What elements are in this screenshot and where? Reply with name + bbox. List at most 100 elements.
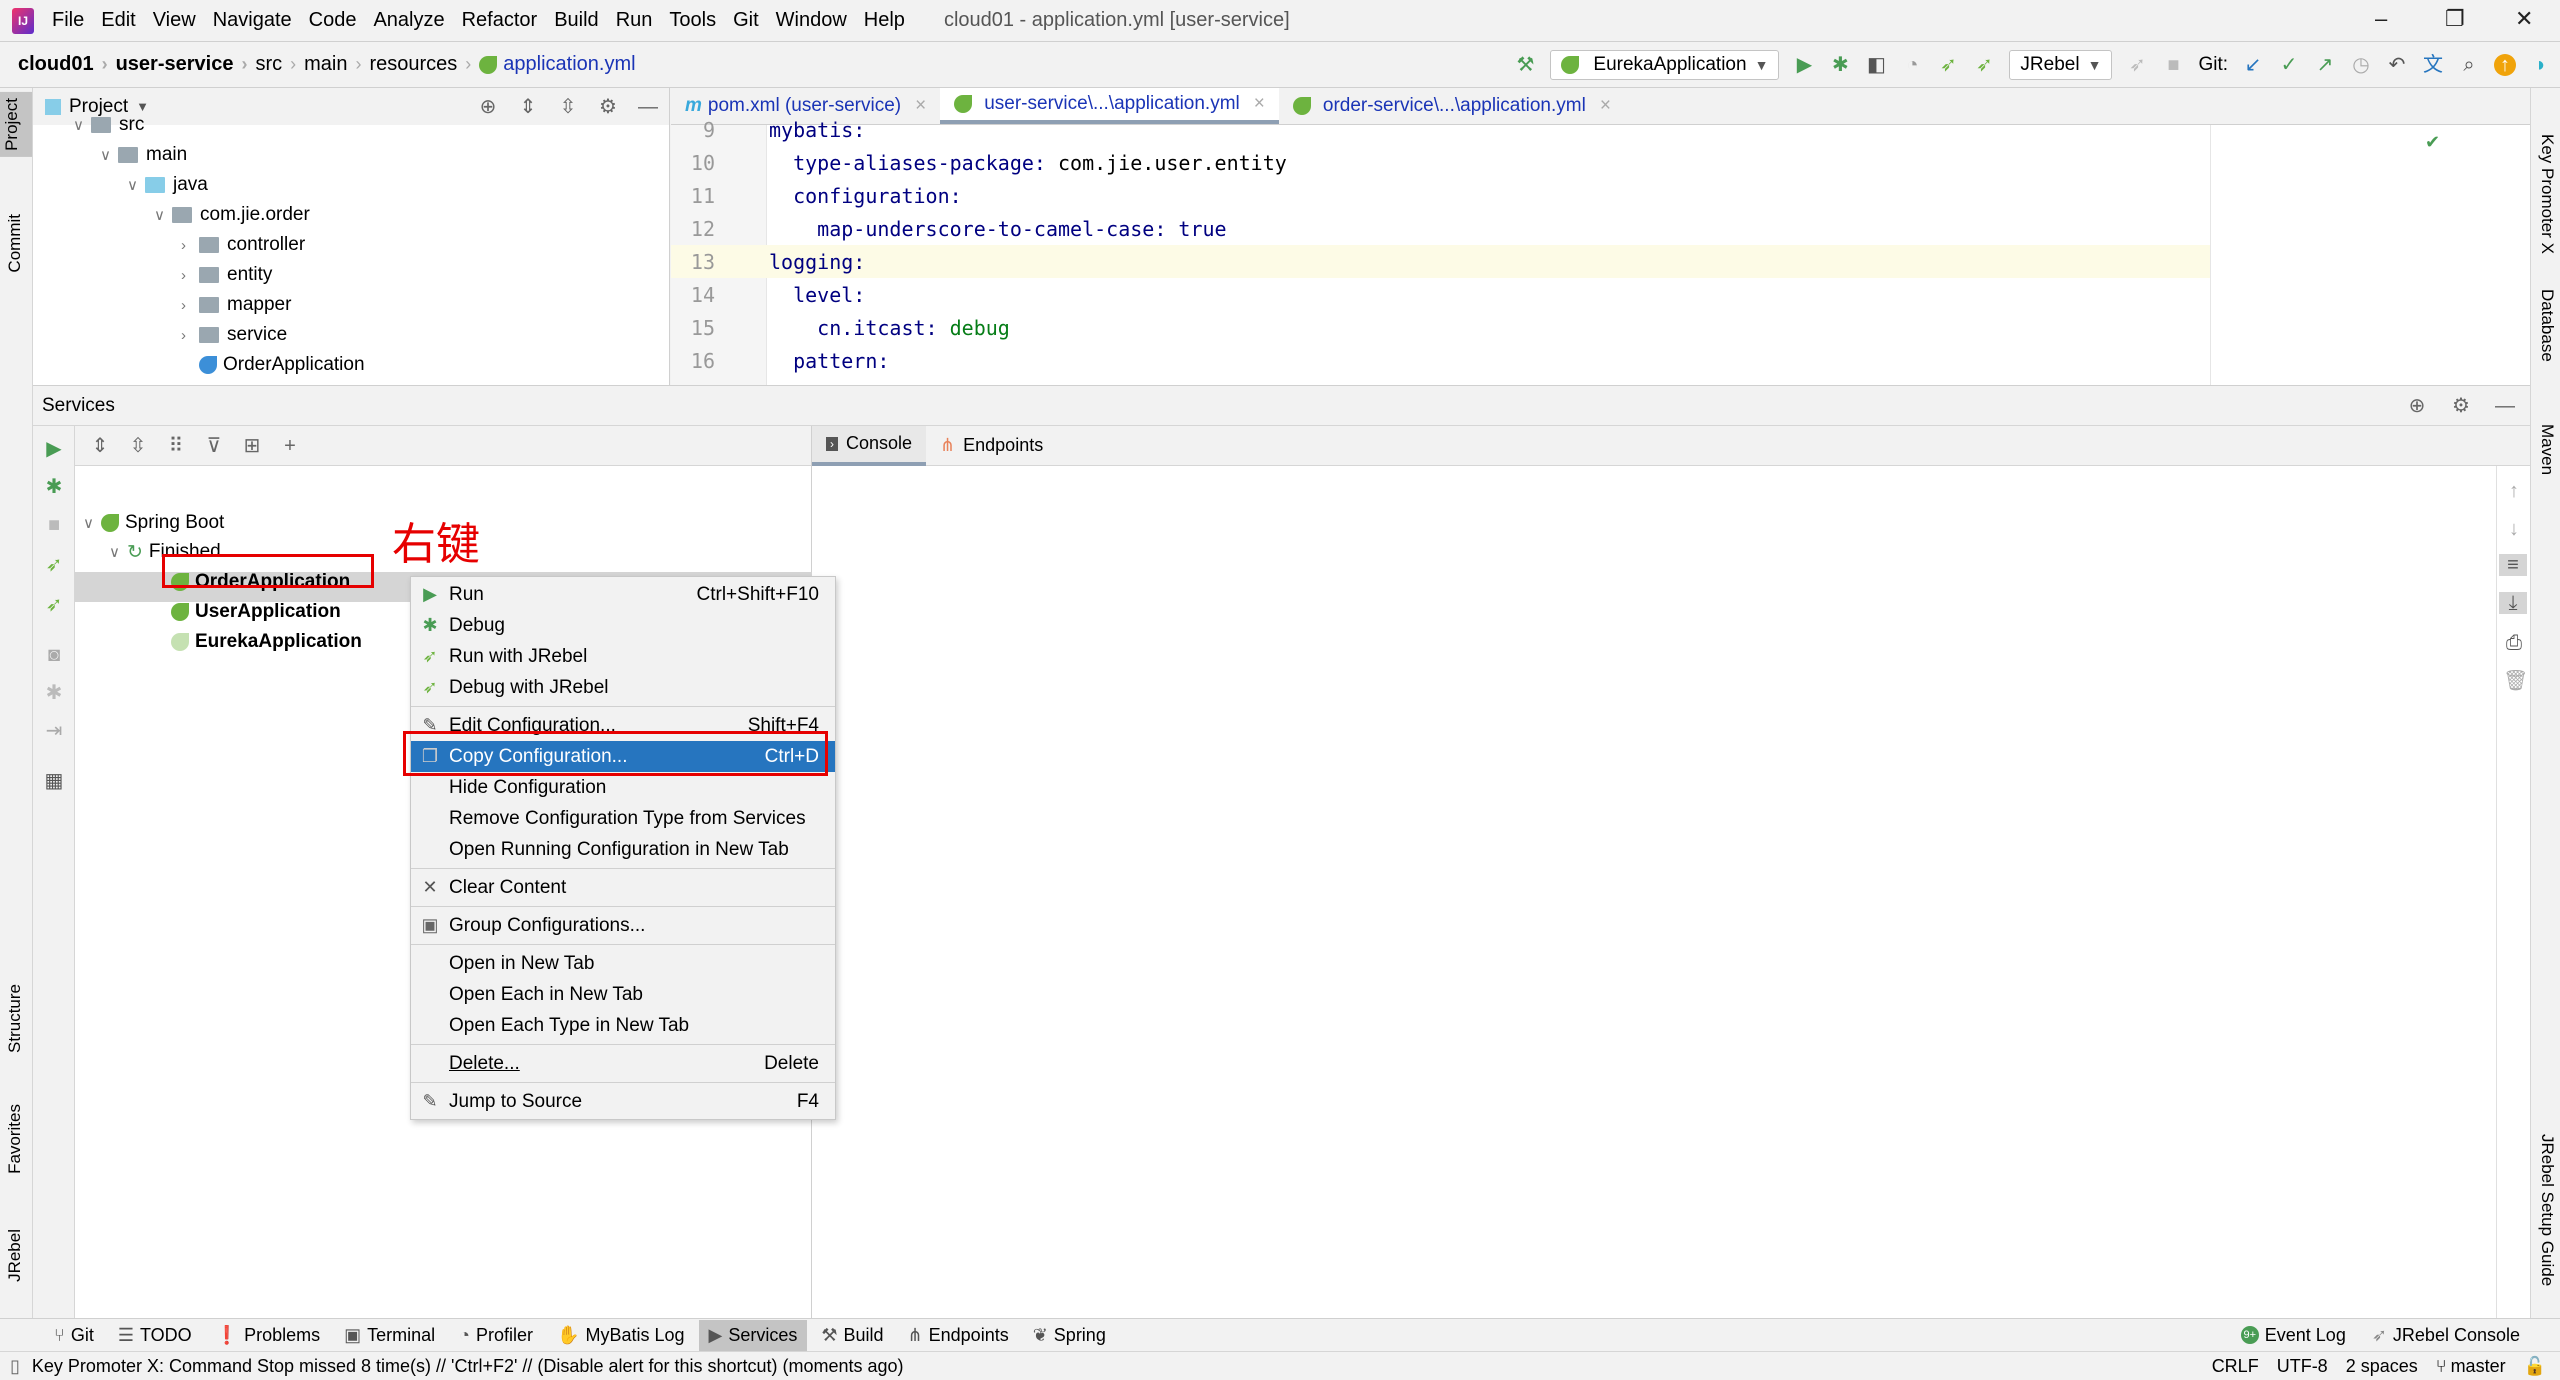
jrebel-debug-icon[interactable]: ➶	[1973, 54, 1995, 76]
menu-item-group-configurations[interactable]: ▣ Group Configurations...	[411, 910, 835, 941]
menu-refactor[interactable]: Refactor	[462, 9, 538, 32]
hide-icon[interactable]: —	[2494, 395, 2516, 417]
project-tree-item[interactable]: › controller	[181, 230, 305, 260]
status-message[interactable]: Key Promoter X: Command Stop missed 8 ti…	[32, 1356, 904, 1377]
close-tab-icon[interactable]: ×	[1254, 93, 1265, 115]
breadcrumb-item[interactable]: src ›	[255, 53, 296, 76]
project-tree-item[interactable]: ∨ main	[100, 140, 187, 170]
chevron-down-icon[interactable]: ∨	[127, 176, 145, 194]
add-service-icon[interactable]: +	[279, 435, 301, 457]
locate-icon[interactable]: ⊕	[477, 96, 499, 118]
menu-item-open-in-new-tab[interactable]: Open in New Tab	[411, 948, 835, 979]
jrebel-run-icon[interactable]: ➶	[43, 554, 65, 576]
menu-help[interactable]: Help	[864, 9, 905, 32]
git-push-icon[interactable]: ↗	[2314, 54, 2336, 76]
project-tree-item[interactable]: › service	[181, 320, 287, 350]
tab-console[interactable]: › Console	[812, 425, 927, 466]
project-tree-item[interactable]: › mapper	[181, 290, 291, 320]
locate-icon[interactable]: ⊕	[2406, 395, 2428, 417]
tab-endpoints[interactable]: ⋔ Endpoints	[926, 426, 1057, 466]
menu-item-open-each-type-in-new-tab[interactable]: Open Each Type in New Tab	[411, 1010, 835, 1041]
rollback-icon[interactable]: ↶	[2386, 54, 2408, 76]
chevron-right-icon[interactable]: ›	[181, 237, 199, 254]
tool-window-structure[interactable]: Structure	[3, 978, 27, 1059]
inspection-ok-icon[interactable]: ✔	[2425, 132, 2440, 153]
arrow-down-icon[interactable]: ↓	[2503, 518, 2525, 540]
menu-tools[interactable]: Tools	[669, 9, 716, 32]
tool-button-terminal[interactable]: ▣ Terminal	[334, 1320, 445, 1351]
status-toggle-icon[interactable]: ▯	[10, 1356, 20, 1377]
tool-button-services[interactable]: ▶ Services	[698, 1319, 808, 1351]
menu-item-jump-to-source[interactable]: ✎ Jump to Source F4	[411, 1086, 835, 1117]
menu-file[interactable]: File	[52, 9, 84, 32]
scroll-to-end-icon[interactable]: ⤓	[2499, 592, 2527, 614]
run-config-dropdown[interactable]: EurekaApplication ▼	[1550, 50, 1780, 80]
layout-icon[interactable]: ▦	[43, 770, 65, 792]
menu-item-hide-configuration[interactable]: Hide Configuration	[411, 772, 835, 803]
tree-node-user-application[interactable]: UserApplication	[171, 597, 341, 627]
soft-wrap-icon[interactable]: ≡	[2499, 554, 2527, 576]
camera-icon[interactable]: ◙	[43, 644, 65, 666]
stop-icon[interactable]: ■	[43, 514, 65, 536]
breadcrumb-item[interactable]: user-service ›	[116, 53, 248, 76]
run-icon[interactable]: ▶	[43, 438, 65, 460]
menu-item-run-with-jrebel[interactable]: ➶ Run with JRebel	[411, 641, 835, 672]
trash-icon[interactable]: 🗑	[2503, 670, 2528, 692]
collapse-all-icon[interactable]: ⇳	[127, 435, 149, 457]
history-icon[interactable]: ◷	[2350, 54, 2372, 76]
collapse-all-icon[interactable]: ⇳	[557, 96, 579, 118]
tool-window-database[interactable]: Database	[2535, 283, 2559, 368]
menu-window[interactable]: Window	[776, 9, 847, 32]
tool-button-todo[interactable]: ☰ TODO	[108, 1320, 202, 1351]
settings-debug-icon[interactable]: ✱	[43, 682, 65, 704]
restore-button[interactable]: ❐	[2445, 6, 2465, 32]
tree-node-order-application[interactable]: OrderApplication	[171, 567, 350, 597]
menu-analyze[interactable]: Analyze	[373, 9, 444, 32]
group-by-icon[interactable]: ⠿	[165, 435, 187, 457]
profiler-icon[interactable]: ◔	[1901, 54, 1923, 76]
new-tab-icon[interactable]: ⊞	[241, 435, 263, 457]
import-icon[interactable]: ⇥	[43, 720, 65, 742]
jrebel-console-button[interactable]: ➶ JRebel Console	[2372, 1325, 2520, 1346]
tree-node-finished[interactable]: ∨ ↻ Finished	[109, 537, 221, 567]
close-button[interactable]: ✕	[2515, 6, 2533, 32]
gear-icon[interactable]: ⚙	[597, 96, 619, 118]
menu-view[interactable]: View	[153, 9, 196, 32]
project-tree-item[interactable]: › entity	[181, 260, 272, 290]
translate-icon[interactable]: 文	[2422, 54, 2444, 76]
jrebel-attach-icon[interactable]: ➶	[2126, 54, 2148, 76]
menu-item-open-each-in-new-tab[interactable]: Open Each in New Tab	[411, 979, 835, 1010]
breadcrumb-item[interactable]: main ›	[304, 53, 361, 76]
chevron-right-icon[interactable]: ›	[181, 297, 199, 314]
git-branch[interactable]: ⑂ master	[2436, 1356, 2506, 1377]
menu-item-remove-configuration-type-from-services[interactable]: Remove Configuration Type from Services	[411, 803, 835, 834]
update-icon[interactable]: ↑	[2494, 54, 2516, 76]
project-tree-item[interactable]: OrderApplication	[181, 350, 365, 380]
line-separator[interactable]: CRLF	[2212, 1356, 2259, 1377]
arrow-up-icon[interactable]: ↑	[2503, 480, 2525, 502]
project-tree-item[interactable]: ∨ java	[127, 170, 208, 200]
indent-setting[interactable]: 2 spaces	[2346, 1356, 2418, 1377]
tool-window-maven[interactable]: Maven	[2535, 418, 2559, 481]
tool-button-spring[interactable]: ❦ Spring	[1023, 1320, 1116, 1351]
coverage-icon[interactable]: ◧	[1865, 54, 1887, 76]
git-commit-icon[interactable]: ✓	[2278, 54, 2300, 76]
tool-window-commit[interactable]: Commit	[3, 208, 27, 279]
menu-item-delete[interactable]: Delete... Delete	[411, 1048, 835, 1079]
menu-code[interactable]: Code	[309, 9, 357, 32]
lock-icon[interactable]: 🔓	[2524, 1356, 2546, 1377]
jrebel-run-icon[interactable]: ➶	[1937, 54, 1959, 76]
chevron-right-icon[interactable]: ›	[181, 267, 199, 284]
chevron-down-icon[interactable]: ∨	[154, 206, 172, 224]
chevron-down-icon[interactable]: ∨	[100, 146, 118, 164]
stop-icon[interactable]: ■	[2162, 54, 2184, 76]
file-encoding[interactable]: UTF-8	[2277, 1356, 2328, 1377]
menu-run[interactable]: Run	[616, 9, 653, 32]
search-icon[interactable]: ⌕	[2458, 54, 2480, 76]
gear-icon[interactable]: ⚙	[2450, 395, 2472, 417]
tool-window-jrebel[interactable]: JRebel	[3, 1223, 27, 1288]
project-tree-item[interactable]: ∨ com.jie.order	[154, 200, 310, 230]
tool-button-problems[interactable]: ❗ Problems	[206, 1320, 330, 1351]
jrebel-dropdown[interactable]: JRebel ▼	[2009, 50, 2113, 80]
build-hammer-icon[interactable]: ⚒	[1514, 54, 1536, 76]
